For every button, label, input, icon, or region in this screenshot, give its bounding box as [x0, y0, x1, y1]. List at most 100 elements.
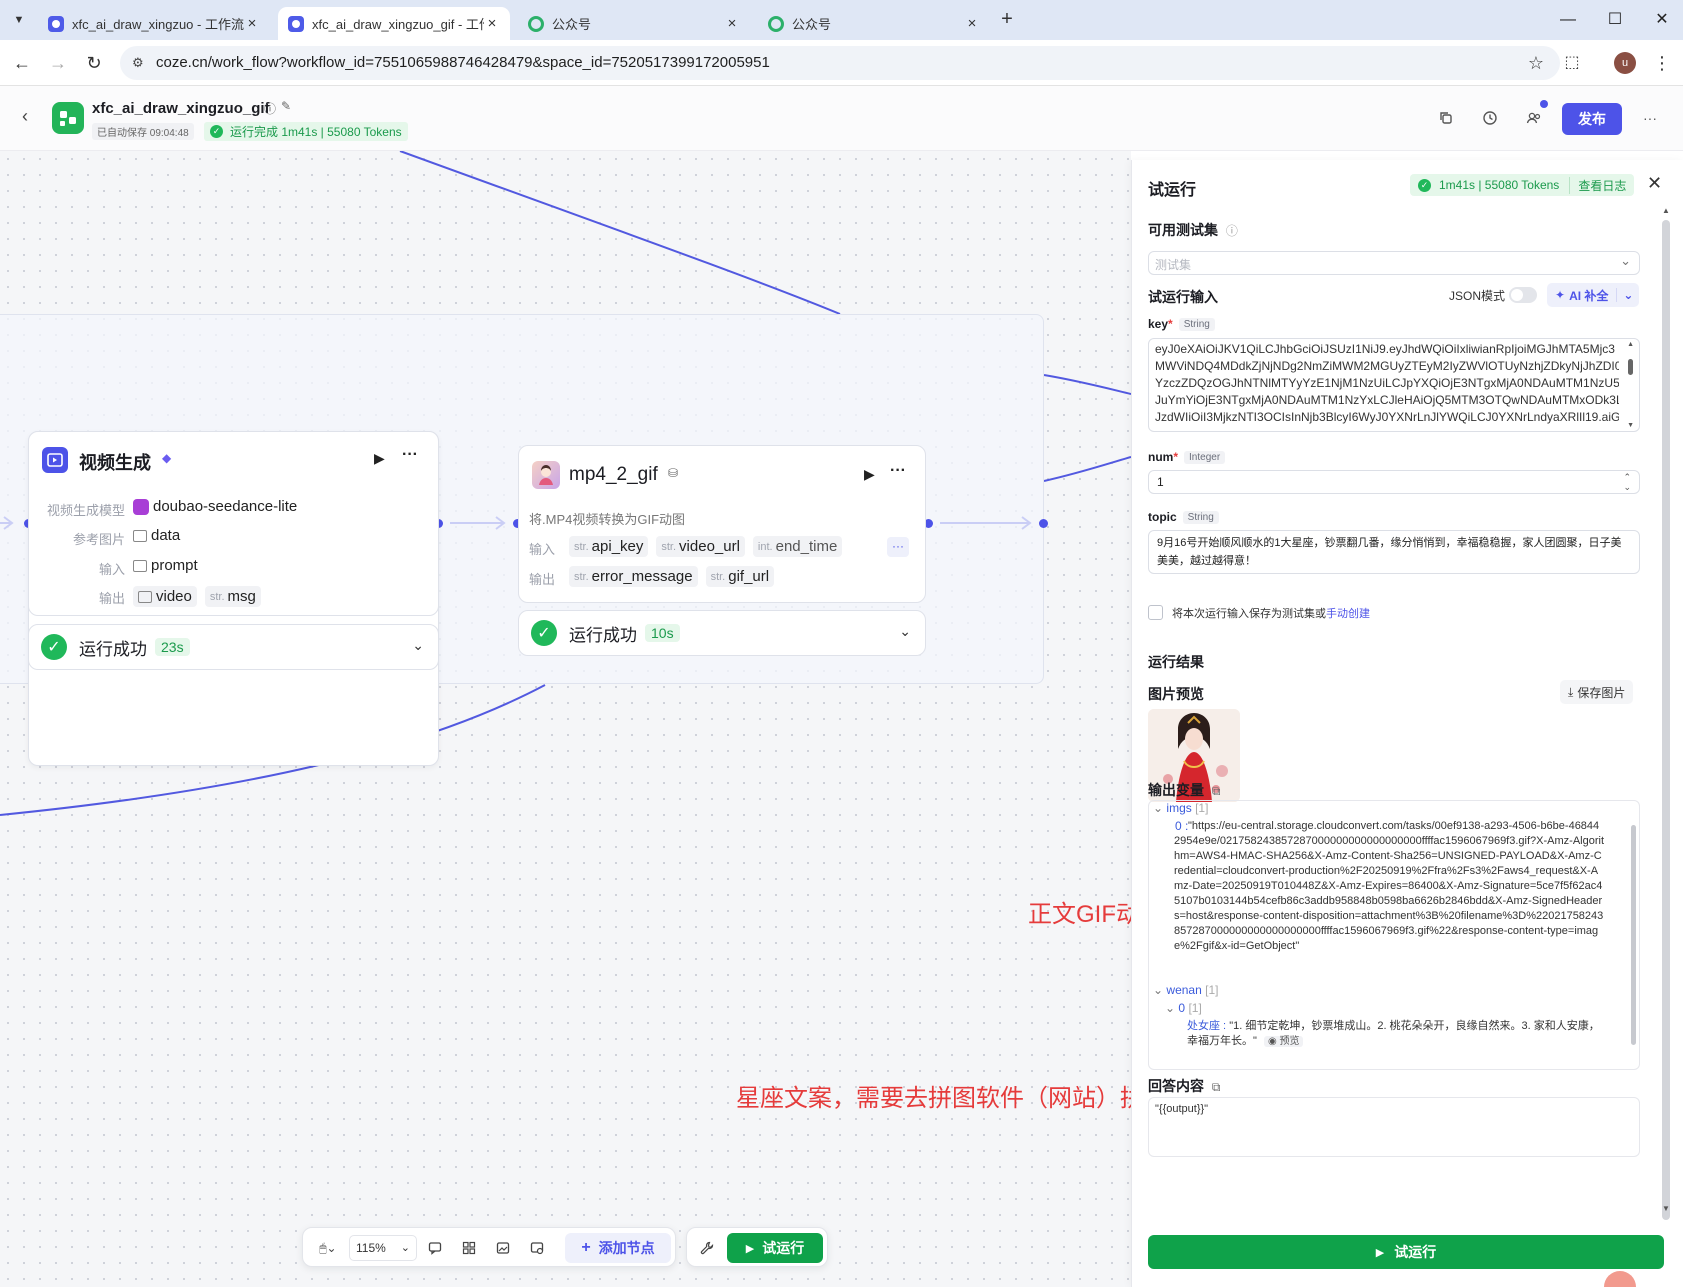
panel-scroll-up-icon[interactable]: ▲: [1662, 206, 1670, 215]
bookmark-star-icon[interactable]: ☆: [1528, 46, 1544, 80]
video-type-icon: [138, 590, 152, 603]
extensions-icon[interactable]: ⬚: [1560, 51, 1584, 75]
maximize-icon[interactable]: ☐: [1603, 8, 1627, 32]
video-node-card[interactable]: 视频生成 ◆ ▶ ··· 视频生成模型 doubao-seedance-lite…: [28, 431, 439, 616]
manual-create-link[interactable]: 手动创建: [1326, 608, 1370, 620]
panel-scroll-down-icon[interactable]: ▼: [1662, 1204, 1670, 1213]
browser-tab[interactable]: 公众号 ×: [518, 7, 750, 40]
num-input[interactable]: 1 ⌃ ⌄: [1148, 470, 1640, 494]
chevron-down-icon: ⌄: [1153, 983, 1164, 997]
forward-icon[interactable]: →: [46, 51, 70, 75]
chevron-down-icon[interactable]: ⌄: [412, 637, 424, 654]
preview-button[interactable]: ◉ 预览: [1263, 1036, 1304, 1047]
mp4-gif-node-card[interactable]: mp4_2_gif ⛁ ▶ ··· 将.MP4视频转换为GIF动图 输入 str…: [518, 445, 926, 603]
chevron-down-icon[interactable]: ⌄: [899, 623, 911, 640]
test-run-button[interactable]: ▶ 试运行: [1148, 1235, 1664, 1269]
port-dot[interactable]: [1039, 519, 1048, 528]
ai-fill-button[interactable]: ✦ AI 补全 ⌄: [1547, 283, 1640, 307]
output-chip: str. msg: [204, 586, 261, 607]
success-check-icon: ✓: [41, 634, 67, 660]
key-textarea[interactable]: eyJ0eXAiOiJKV1QiLCJhbGciOiJSUzI1NiJ9.eyJ…: [1148, 338, 1640, 432]
url-input[interactable]: ⚙ coze.cn/work_flow?workflow_id=75510659…: [120, 46, 1560, 80]
topic-param-label: topic String: [1148, 510, 1219, 524]
edit-icon[interactable]: ✎: [281, 99, 291, 113]
minimap-icon[interactable]: [493, 1238, 513, 1258]
scroll-up-icon[interactable]: ▲: [1627, 341, 1634, 348]
scroll-down-icon[interactable]: ▼: [1627, 422, 1634, 429]
workflow-header: ‹ xfc_ai_draw_xingzuo_gif ⓘ ✎ 已自动保存 09:0…: [0, 86, 1683, 151]
notification-dot: [1540, 100, 1548, 108]
copy-icon[interactable]: ⧉: [1212, 784, 1221, 798]
save-testset-checkbox[interactable]: [1148, 605, 1163, 620]
run-node-icon[interactable]: ▶: [374, 450, 385, 467]
wechat-favicon-icon: [528, 15, 544, 32]
site-info-icon[interactable]: ⚙: [132, 46, 144, 80]
answer-box[interactable]: "{{output}}": [1148, 1097, 1640, 1157]
close-tab-icon[interactable]: ×: [244, 15, 260, 32]
reload-icon[interactable]: ↻: [82, 51, 106, 75]
more-icon[interactable]: ···: [1634, 102, 1666, 134]
window-close-icon[interactable]: ✕: [1650, 8, 1674, 32]
info-icon[interactable]: ⓘ: [1226, 224, 1238, 238]
profile-avatar[interactable]: u: [1614, 52, 1636, 74]
browser-menu-icon[interactable]: ⋮: [1650, 51, 1674, 75]
wenan-index-key[interactable]: ⌄ 0 [1]: [1165, 1001, 1202, 1015]
stepper-icon[interactable]: ⌃ ⌄: [1623, 472, 1631, 492]
zoom-select[interactable]: 115% ⌄: [349, 1235, 417, 1261]
output-chip: video: [133, 586, 197, 607]
node-title: mp4_2_gif: [569, 464, 658, 485]
plus-icon: +: [581, 1239, 591, 1256]
add-node-button[interactable]: + 添加节点: [565, 1233, 671, 1263]
imgs-tree-key[interactable]: ⌄ imgs [1]: [1153, 801, 1208, 815]
browser-tab[interactable]: 公众号 ×: [758, 7, 990, 40]
tab-search-button[interactable]: ▼: [8, 9, 30, 31]
test-run-toolbar-button[interactable]: ▶ 试运行: [727, 1233, 823, 1263]
json-mode-toggle[interactable]: [1509, 287, 1537, 303]
canvas-toolbar: 🖱⌄ 115% ⌄ + 添加节点: [302, 1227, 676, 1267]
chevron-down-icon[interactable]: ⌄: [1616, 288, 1639, 302]
wrench-icon[interactable]: [697, 1238, 717, 1258]
testset-select[interactable]: 测试集 ⌄: [1148, 251, 1640, 275]
view-log-link[interactable]: 查看日志: [1569, 176, 1626, 194]
mouse-mode-icon[interactable]: 🖱⌄: [311, 1238, 345, 1258]
collaborators-icon[interactable]: [1518, 100, 1550, 134]
minimize-icon[interactable]: —: [1556, 8, 1580, 32]
success-check-icon: ✓: [531, 620, 557, 646]
new-tab-button[interactable]: +: [995, 7, 1019, 31]
back-arrow-icon[interactable]: ‹: [22, 106, 28, 127]
wenan-tree-key[interactable]: ⌄ wenan [1]: [1153, 983, 1218, 997]
back-icon[interactable]: ←: [10, 51, 34, 75]
close-panel-icon[interactable]: ✕: [1647, 173, 1662, 194]
close-tab-icon[interactable]: ×: [964, 15, 980, 32]
textarea-scrollbar[interactable]: [1628, 359, 1633, 375]
copy-workflow-icon[interactable]: [1430, 102, 1462, 134]
mp4-gif-node-status[interactable]: ✓ 运行成功 10s ⌄: [518, 610, 926, 656]
browser-tab-active[interactable]: xfc_ai_draw_xingzuo_gif - 工作流 ×: [278, 7, 510, 40]
close-tab-icon[interactable]: ×: [724, 15, 740, 32]
fit-view-icon[interactable]: [527, 1238, 547, 1258]
topic-textarea[interactable]: 9月16号开始顺风顺水的1大星座，钞票翻几番，缘分悄悄到，幸福稳稳握，家人团圆聚…: [1148, 530, 1640, 574]
layout-grid-icon[interactable]: [459, 1238, 479, 1258]
more-params-button[interactable]: ···: [887, 537, 909, 557]
save-image-button[interactable]: ⤓ 保存图片: [1560, 680, 1634, 704]
node-more-icon[interactable]: ···: [402, 446, 418, 464]
panel-scrollbar[interactable]: [1662, 220, 1670, 1220]
close-tab-icon[interactable]: ×: [484, 15, 500, 32]
node-more-icon[interactable]: ···: [890, 462, 906, 480]
publish-button[interactable]: 发布: [1562, 103, 1622, 135]
node-title: 视频生成: [79, 453, 151, 473]
browser-tab[interactable]: xfc_ai_draw_xingzuo - 工作流 ×: [38, 7, 270, 40]
info-icon[interactable]: ⓘ: [264, 100, 276, 117]
history-icon[interactable]: [1474, 102, 1506, 134]
plugin-icon: ⛁: [668, 466, 679, 480]
comment-icon[interactable]: [425, 1238, 445, 1258]
video-node-status[interactable]: ✓ 运行成功 23s ⌄: [28, 624, 439, 670]
json-viewer-scrollbar[interactable]: [1631, 825, 1636, 1045]
run-node-icon[interactable]: ▶: [864, 466, 875, 483]
verified-icon: ◆: [162, 451, 172, 465]
workflow-canvas[interactable]: 视频生成 ◆ ▶ ··· 视频生成模型 doubao-seedance-lite…: [0, 151, 1168, 1287]
output-json-viewer[interactable]: ⌄ imgs [1] 0 : "https://eu-central.stora…: [1148, 800, 1640, 1070]
copy-icon[interactable]: ⧉: [1212, 1080, 1221, 1094]
chevron-down-icon: ⌄: [1153, 801, 1164, 815]
param-chip: str. gif_url: [705, 566, 775, 587]
